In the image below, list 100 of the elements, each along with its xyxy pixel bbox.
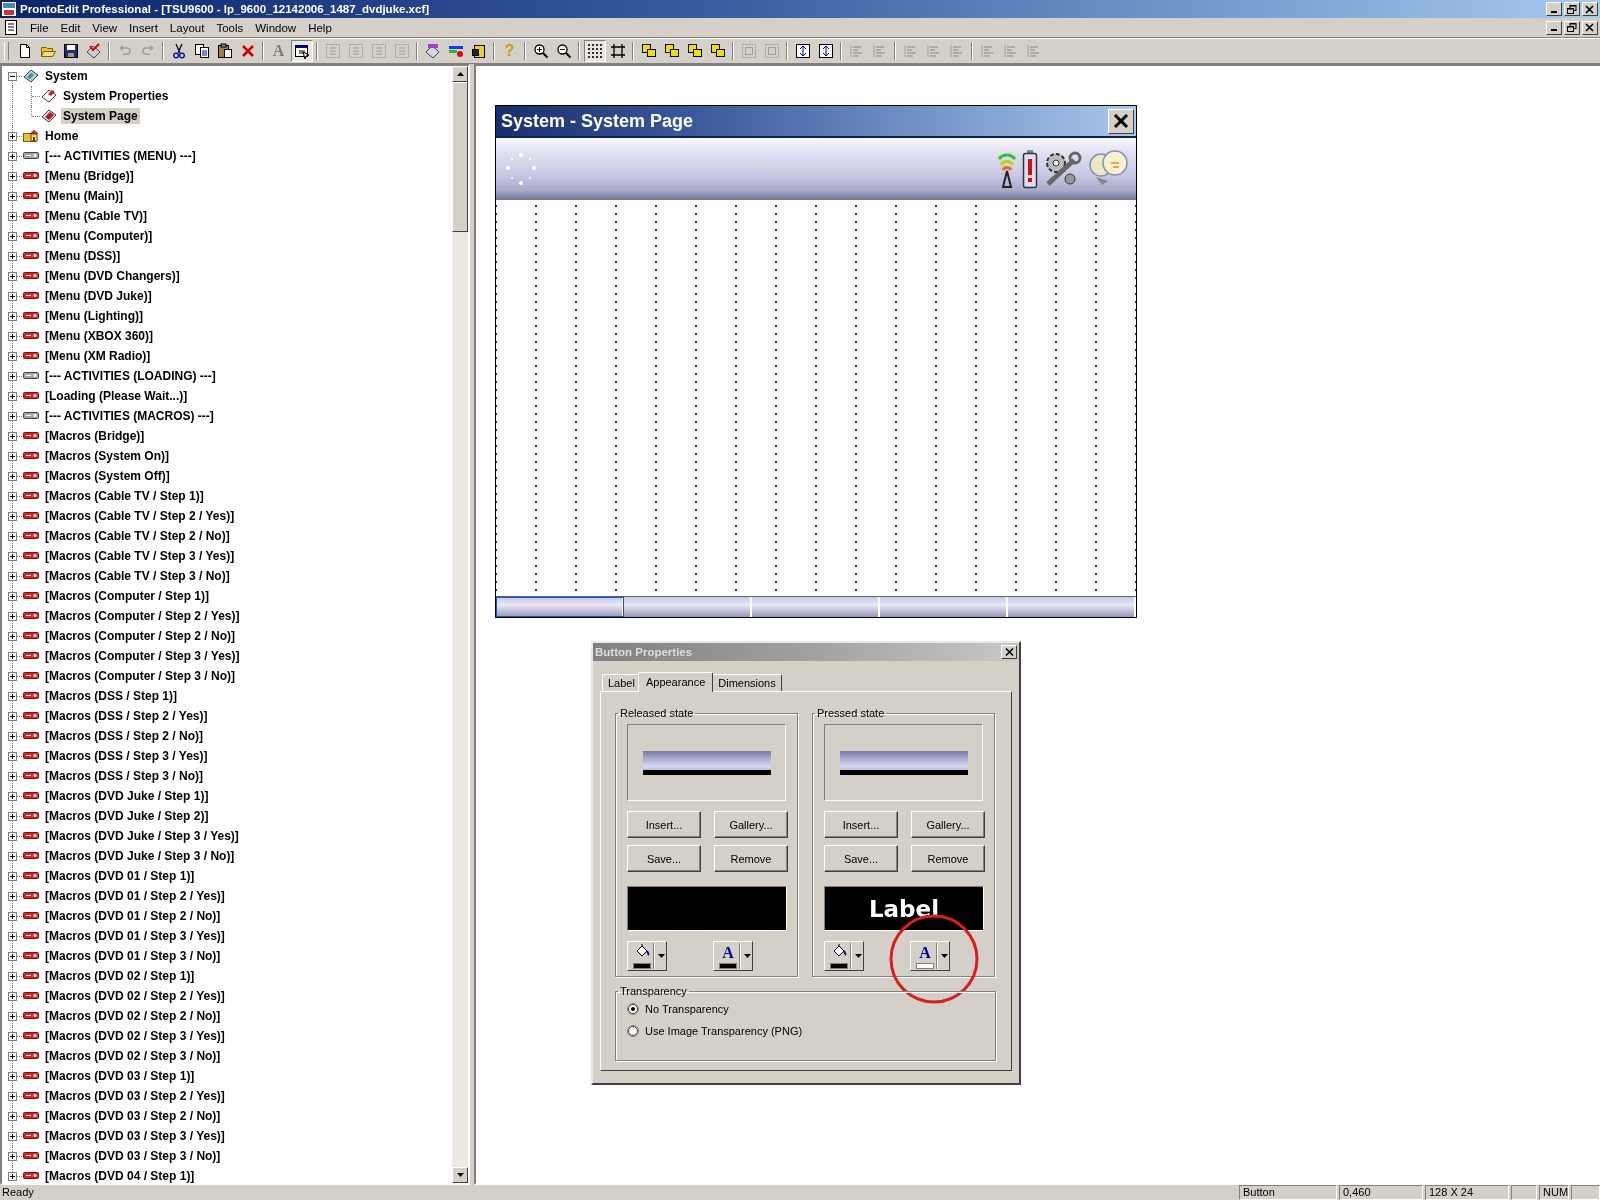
tree-item[interactable]: [Macros (DVD Juke / Step 3 / No)] [43,848,237,864]
expand-toggle[interactable] [8,491,17,501]
tree-item[interactable]: [Menu (DVD Changers)] [43,268,182,284]
dialog-button[interactable]: Gallery... [911,811,985,838]
radio-button[interactable] [627,1025,639,1037]
expand-toggle[interactable] [8,931,17,941]
tree-item[interactable]: [Macros (DVD 04 / Step 1)] [43,1168,197,1183]
radio-label[interactable]: Use Image Transparency (PNG) [645,1025,803,1037]
tree-item[interactable]: System [43,68,90,84]
expand-toggle[interactable] [8,1091,17,1101]
close-button[interactable] [1108,108,1134,134]
menu-item[interactable]: Tools [210,19,250,36]
dialog-button[interactable]: Insert... [824,811,898,838]
tree-item[interactable]: [Macros (Computer / Step 1)] [43,588,211,604]
properties-button[interactable] [290,40,313,62]
tree-item[interactable]: [Macros (DSS / Step 2 / No)] [43,728,206,744]
tree-item[interactable]: [Macros (DVD 02 / Step 2 / No)] [43,1008,223,1024]
tree-item[interactable]: [Macros (System Off)] [43,468,172,484]
tree-item[interactable]: [Menu (XBOX 360)] [43,328,155,344]
tree-item[interactable]: [Menu (Cable TV)] [43,208,149,224]
tree-item[interactable]: [Macros (Computer / Step 3 / No)] [43,668,237,684]
tree-item[interactable]: [Menu (Main)] [43,188,125,204]
expand-toggle[interactable] [8,991,17,1001]
text-color-button[interactable]: A [910,941,950,971]
tree-item[interactable]: [Macros (Cable TV / Step 3 / Yes)] [43,548,237,564]
expand-toggle[interactable] [8,1071,17,1081]
tree-item[interactable]: [Macros (DVD Juke / Step 2)] [43,808,211,824]
expand-toggle[interactable] [8,891,17,901]
menu-item[interactable]: View [86,19,124,36]
expand-toggle[interactable] [8,1151,17,1161]
tree-item[interactable]: [Macros (DVD 01 / Step 2 / Yes)] [43,888,227,904]
restore-button[interactable] [1564,20,1580,35]
expand-toggle[interactable] [8,691,17,701]
expand-toggle[interactable] [8,1031,17,1041]
expand-toggle[interactable] [8,731,17,741]
tree-item[interactable]: [Macros (DVD Juke / Step 1)] [43,788,211,804]
expand-toggle[interactable] [8,211,17,221]
tree-item[interactable]: [Macros (DVD 01 / Step 3 / No)] [43,948,223,964]
radio-button[interactable] [627,1003,639,1015]
expand-toggle[interactable] [8,611,17,621]
expand-toggle[interactable] [8,1111,17,1121]
expand-toggle[interactable] [8,1131,17,1141]
expand-toggle[interactable] [8,1011,17,1021]
tree-item[interactable]: [Menu (DSS)] [43,248,123,264]
close-button[interactable] [1582,2,1598,16]
expand-toggle[interactable] [8,1171,17,1181]
tree-item[interactable]: [Macros (DVD 02 / Step 2 / Yes)] [43,988,227,1004]
tab[interactable]: Label [602,674,641,691]
tree-item[interactable]: [Macros (Bridge)] [43,428,147,444]
expand-toggle[interactable] [8,251,17,261]
expand-toggle[interactable] [8,171,17,181]
expand-toggle[interactable] [8,531,17,541]
tree-item[interactable]: [Macros (DVD 03 / Step 3 / No)] [43,1148,223,1164]
expand-toggle[interactable] [8,391,17,401]
restore-button[interactable] [1564,2,1580,16]
collapse-toggle[interactable] [8,71,17,81]
fill-color-button[interactable] [627,941,667,971]
tree-item[interactable]: [--- ACTIVITIES (MENU) ---] [43,148,198,164]
close-button[interactable] [1582,20,1598,35]
tree-item[interactable]: System Page [61,108,140,124]
tree-item[interactable]: [Macros (System On)] [43,448,172,464]
tree-item[interactable]: [Macros (Cable TV / Step 3 / No)] [43,568,232,584]
expand-toggle[interactable] [8,191,17,201]
tree-item[interactable]: [Menu (Lighting)] [43,308,145,324]
tree-item[interactable]: [Macros (DVD 01 / Step 2 / No)] [43,908,223,924]
expand-toggle[interactable] [8,811,17,821]
expand-toggle[interactable] [8,751,17,761]
tree-item[interactable]: [Macros (DVD 03 / Step 2 / No)] [43,1108,223,1124]
tree-item[interactable]: [--- ACTIVITIES (LOADING) ---] [43,368,218,384]
tree-item[interactable]: [Macros (DVD 02 / Step 1)] [43,968,197,984]
expand-toggle[interactable] [8,351,17,361]
tree-item[interactable]: [Macros (DVD 02 / Step 3 / Yes)] [43,1028,227,1044]
expand-toggle[interactable] [8,291,17,301]
document-icon[interactable] [4,20,18,35]
dialog-button[interactable]: Gallery... [714,811,788,838]
tree-item[interactable]: [Menu (Bridge)] [43,168,136,184]
tree-item[interactable]: [Macros (DSS / Step 3 / Yes)] [43,748,210,764]
tree-item[interactable]: System Properties [61,88,171,104]
tree-item[interactable]: [Menu (XM Radio)] [43,348,153,364]
tab[interactable]: Appearance [637,672,714,692]
expand-toggle[interactable] [8,371,17,381]
expand-toggle[interactable] [8,511,17,521]
grid-button[interactable] [583,40,606,62]
tree-item[interactable]: [Macros (Cable TV / Step 2 / No)] [43,528,232,544]
expand-toggle[interactable] [8,631,17,641]
expand-toggle[interactable] [8,971,17,981]
expand-toggle[interactable] [8,671,17,681]
menu-item[interactable]: File [24,19,55,36]
dialog-button[interactable]: Save... [824,845,898,872]
text-color-button[interactable]: A [713,941,753,971]
tree-item[interactable]: Home [43,128,81,144]
minimize-button[interactable] [1546,2,1562,16]
tree-item[interactable]: [--- ACTIVITIES (MACROS) ---] [43,408,216,424]
scrollbar[interactable] [452,66,468,1183]
expand-toggle[interactable] [8,151,17,161]
tree-item[interactable]: [Macros (Computer / Step 3 / Yes)] [43,648,242,664]
expand-toggle[interactable] [8,431,17,441]
minimize-button[interactable] [1546,20,1562,35]
tab[interactable]: Dimensions [712,674,782,691]
radio-label[interactable]: No Transparency [645,1003,729,1015]
